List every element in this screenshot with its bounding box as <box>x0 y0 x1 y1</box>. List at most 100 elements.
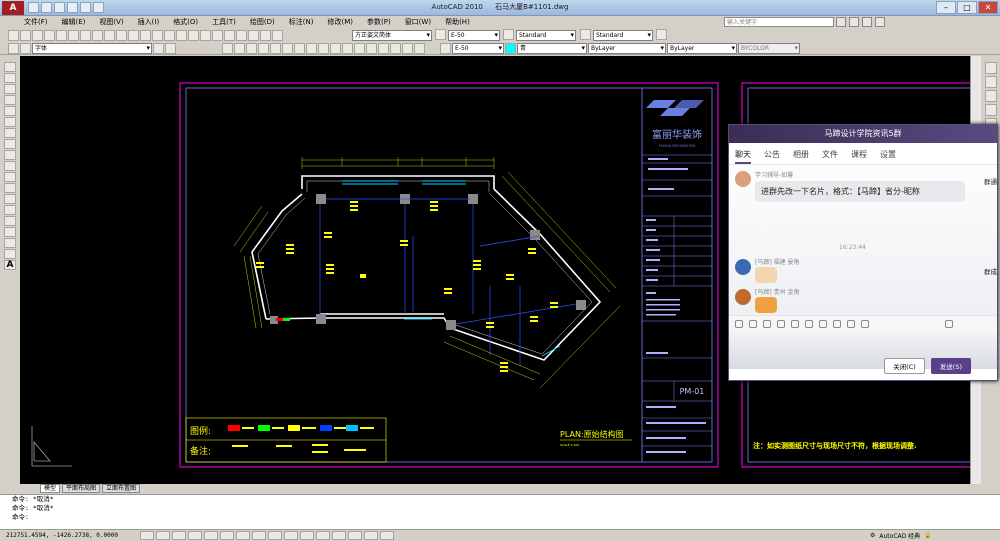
ortho-icon[interactable] <box>172 531 186 540</box>
revcloud-icon[interactable] <box>4 139 16 149</box>
polygon-icon[interactable] <box>4 95 16 105</box>
menu-window[interactable]: 窗口(W) <box>405 17 431 27</box>
offset-icon[interactable] <box>985 104 997 116</box>
menu-edit[interactable]: 编辑(E) <box>62 17 86 27</box>
shake-icon[interactable] <box>819 319 827 328</box>
layer-combo[interactable]: 字体 <box>32 43 152 54</box>
search-input[interactable]: 输入关键字 <box>724 17 834 27</box>
pan-icon[interactable] <box>164 30 175 41</box>
mtext-icon[interactable] <box>414 43 425 54</box>
osnap-icon[interactable] <box>204 531 218 540</box>
table-icon[interactable] <box>4 249 16 259</box>
hatch-icon[interactable] <box>366 43 377 54</box>
calculator-icon[interactable] <box>272 30 283 41</box>
chat-window[interactable]: 马蹄设计学院资讯5群 聊天 公告 相册 文件 课程 设置 学习辅导-如馨 进群先… <box>728 124 998 381</box>
layer-manager-icon[interactable] <box>8 43 19 54</box>
make-block-icon[interactable] <box>354 43 365 54</box>
search-icon[interactable] <box>836 17 846 27</box>
region-icon[interactable] <box>390 43 401 54</box>
dim-scale-combo-1[interactable]: E-50 <box>448 30 500 41</box>
construction-line-icon[interactable] <box>234 43 245 54</box>
xline-icon[interactable] <box>4 73 16 83</box>
copy-object-icon[interactable] <box>985 76 997 88</box>
dim-scale-combo-2[interactable]: E-50 <box>452 43 504 54</box>
tab-floor-layout[interactable]: 平面布局图 <box>62 484 101 493</box>
insert-block-icon[interactable] <box>4 183 16 193</box>
menu-insert[interactable]: 插入(I) <box>138 17 160 27</box>
pan-icon[interactable] <box>332 531 346 540</box>
line-icon[interactable] <box>222 43 233 54</box>
plot-style-combo[interactable]: BYCOLOR <box>738 43 800 54</box>
markup-icon[interactable] <box>260 30 271 41</box>
menu-modify[interactable]: 修改(M) <box>327 17 353 27</box>
close-chat-button[interactable]: 关闭(C) <box>884 358 925 374</box>
table-style-icon[interactable] <box>580 29 591 40</box>
undo-icon[interactable] <box>140 30 151 41</box>
communication-icon[interactable] <box>849 17 859 27</box>
menu-help[interactable]: 帮助(H) <box>445 17 470 27</box>
command-prompt[interactable]: 命令: <box>0 513 1000 522</box>
layer-previous-icon[interactable] <box>165 43 176 54</box>
menu-file[interactable]: 文件(F) <box>24 17 48 27</box>
cut-icon[interactable] <box>80 30 91 41</box>
publish-icon[interactable] <box>68 30 79 41</box>
mtext-icon[interactable]: A <box>4 260 16 270</box>
zoom-previous-icon[interactable] <box>200 30 211 41</box>
match-properties-icon[interactable] <box>116 30 127 41</box>
properties-icon[interactable] <box>212 30 223 41</box>
workspace-label[interactable]: AutoCAD 经典 <box>879 531 920 540</box>
snap-icon[interactable] <box>140 531 154 540</box>
polar-icon[interactable] <box>188 531 202 540</box>
tab-files[interactable]: 文件 <box>822 149 838 164</box>
zoom-icon[interactable] <box>348 531 362 540</box>
hatch-icon[interactable] <box>4 216 16 226</box>
table-icon[interactable] <box>402 43 413 54</box>
rectangle-icon[interactable] <box>4 106 16 116</box>
design-center-icon[interactable] <box>224 30 235 41</box>
make-block-icon[interactable] <box>4 194 16 204</box>
tab-elevation-layout[interactable]: 立面布置图 <box>102 484 141 493</box>
ellipse-arc-icon[interactable] <box>4 172 16 182</box>
redo-icon[interactable] <box>152 30 163 41</box>
help-icon[interactable] <box>875 17 885 27</box>
polygon-icon[interactable] <box>258 43 269 54</box>
multileader-style-icon[interactable] <box>656 29 667 40</box>
preview-icon[interactable] <box>56 30 67 41</box>
screenshot-icon[interactable] <box>763 319 771 328</box>
tab-album[interactable]: 相册 <box>793 149 809 164</box>
emoji-icon[interactable] <box>735 319 743 328</box>
history-icon[interactable] <box>945 319 953 328</box>
gift-icon[interactable] <box>805 319 813 328</box>
avatar[interactable] <box>735 171 751 187</box>
model-space-icon[interactable] <box>300 531 314 540</box>
zoom-window-icon[interactable] <box>188 30 199 41</box>
erase-icon[interactable] <box>985 62 997 74</box>
mic-icon[interactable] <box>847 319 855 328</box>
arc-icon[interactable] <box>282 43 293 54</box>
otrack-icon[interactable] <box>220 531 234 540</box>
layer-state-icon[interactable] <box>20 43 31 54</box>
polyline-icon[interactable] <box>4 84 16 94</box>
dim-style-combo[interactable]: Standard <box>516 30 576 41</box>
open-icon[interactable] <box>20 30 31 41</box>
quick-view-icon[interactable] <box>316 531 330 540</box>
tab-course[interactable]: 课程 <box>851 149 867 164</box>
linetype-combo[interactable]: ByLayer <box>588 43 666 54</box>
ellipse-icon[interactable] <box>4 161 16 171</box>
dim-style-icon[interactable] <box>435 29 446 40</box>
sheet-set-icon[interactable] <box>248 30 259 41</box>
gradient-icon[interactable] <box>378 43 389 54</box>
menu-view[interactable]: 视图(V) <box>99 17 123 27</box>
color-swatch-icon[interactable] <box>505 43 516 54</box>
tab-announcement[interactable]: 公告 <box>764 149 780 164</box>
ellipse-icon[interactable] <box>330 43 341 54</box>
lineweight-combo[interactable]: ByLayer <box>667 43 737 54</box>
spline-icon[interactable] <box>318 43 329 54</box>
region-icon[interactable] <box>4 238 16 248</box>
color-combo[interactable]: 青 <box>517 43 587 54</box>
workspace-icon[interactable]: ⚙ <box>870 532 875 539</box>
text-style-combo[interactable]: 方正姿文简体 <box>352 30 432 41</box>
ducs-icon[interactable] <box>236 531 250 540</box>
steering-wheel-icon[interactable] <box>364 531 378 540</box>
point-icon[interactable] <box>4 205 16 215</box>
